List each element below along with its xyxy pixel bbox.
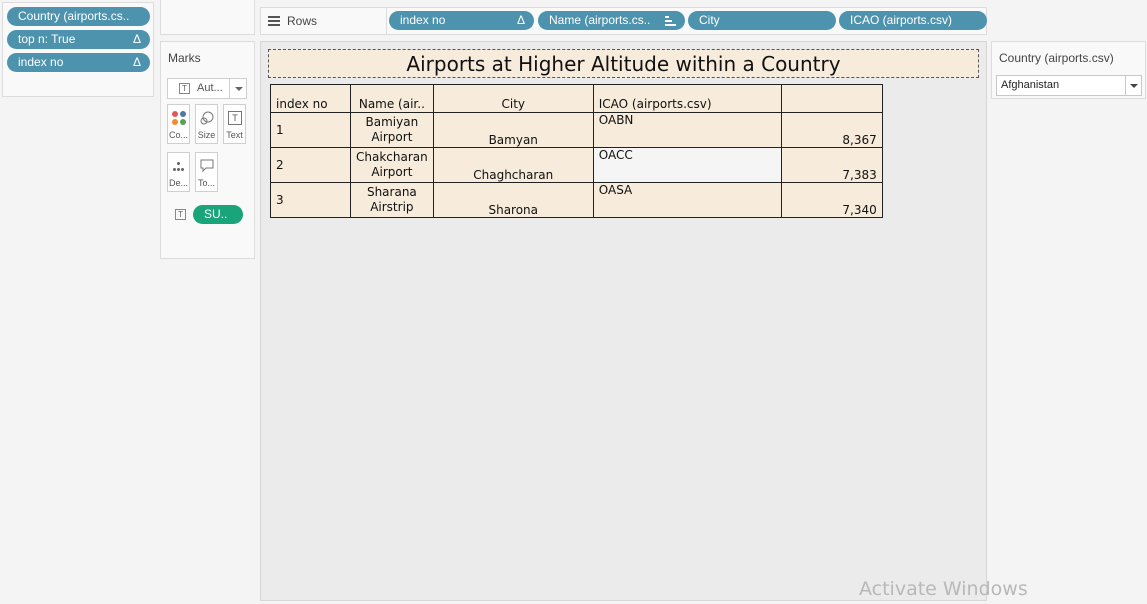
cell-city[interactable]: Chaghcharan [432, 147, 594, 183]
marks-title: Marks [168, 51, 201, 65]
country-filter-card: Country (airports.csv) Afghanistan [991, 41, 1146, 99]
detail-label: De... [168, 178, 188, 188]
pages-shelf[interactable] [160, 0, 255, 35]
chevron-down-icon[interactable] [229, 79, 246, 98]
cell-name-line2: Airstrip [370, 200, 414, 214]
column-header-icao[interactable]: ICAO (airports.csv) [592, 84, 782, 113]
data-table: index no Name (air.. City ICAO (airports… [270, 84, 883, 218]
rows-pill-name-label: Name (airports.cs.. [549, 13, 651, 27]
rows-shelf-label: Rows [287, 14, 318, 28]
cell-name[interactable]: Bamiyan Airport [350, 112, 434, 148]
table-header-row: index no Name (air.. City ICAO (airports… [270, 84, 883, 113]
cell-index[interactable]: 2 [270, 147, 351, 183]
marks-card: Marks T Aut... Co... Size T Text De... T… [160, 41, 255, 259]
cell-name-line2: Airport [371, 130, 413, 144]
filter-pill-index-no[interactable]: index no Δ [7, 53, 150, 72]
text-mark-icon: T [179, 83, 190, 94]
detail-button[interactable]: De... [167, 152, 190, 192]
rows-pill-icao[interactable]: ICAO (airports.csv) [839, 11, 987, 30]
filter-pill-country-label: Country (airports.cs.. [18, 9, 130, 23]
tooltip-icon [200, 159, 214, 173]
cell-name[interactable]: Chakcharan Airport [350, 147, 434, 183]
column-header-city[interactable]: City [432, 84, 594, 113]
country-filter-value: Afghanistan [1001, 79, 1060, 91]
cell-name-line2: Airport [371, 165, 413, 179]
column-header-index[interactable]: index no [270, 84, 351, 113]
rows-shelf-header: Rows [261, 8, 387, 34]
mark-type-value: Aut... [197, 82, 223, 94]
cell-altitude[interactable]: 7,340 [780, 182, 883, 218]
cell-icao[interactable]: OASA [592, 182, 782, 218]
country-filter-dropdown[interactable]: Afghanistan [996, 75, 1142, 96]
filter-pill-country[interactable]: Country (airports.cs.. [7, 7, 150, 26]
color-button[interactable]: Co... [167, 104, 190, 144]
worksheet-title-text: Airports at Higher Altitude within a Cou… [406, 52, 841, 76]
text-label: Text [226, 130, 243, 140]
cell-altitude[interactable]: 7,383 [780, 147, 883, 183]
color-icon [172, 111, 186, 125]
sum-measure-pill[interactable]: SU.. [193, 205, 243, 224]
delta-icon: Δ [516, 13, 525, 27]
filters-shelf: Country (airports.cs.. top n: True Δ ind… [2, 2, 154, 97]
rows-pill-index-no-label: index no [400, 13, 446, 27]
color-label: Co... [168, 130, 188, 140]
cell-index[interactable]: 3 [270, 182, 351, 218]
cell-icao[interactable]: OACC [592, 147, 782, 183]
cell-name-line1: Sharana [366, 185, 417, 199]
cell-city[interactable]: Bamyan [432, 112, 594, 148]
size-button[interactable]: Size [195, 104, 218, 144]
rows-pill-name[interactable]: Name (airports.cs.. [538, 11, 685, 30]
filter-pill-top-n-label: top n: True [18, 32, 76, 46]
size-label: Size [197, 130, 216, 140]
mark-type-dropdown[interactable]: T Aut... [167, 78, 247, 99]
delta-icon: Δ [132, 55, 141, 69]
cell-name[interactable]: Sharana Airstrip [350, 182, 434, 218]
cell-name-line1: Chakcharan [356, 150, 428, 164]
sum-measure-label: SU.. [204, 207, 228, 221]
table-row[interactable]: 3 Sharana Airstrip Sharona OASA 7,340 [270, 182, 883, 218]
worksheet-title[interactable]: Airports at Higher Altitude within a Cou… [268, 49, 979, 78]
text-button[interactable]: T Text [223, 104, 246, 144]
cell-index[interactable]: 1 [270, 112, 351, 148]
table-row[interactable]: 1 Bamiyan Airport Bamyan OABN 8,367 [270, 112, 883, 148]
chevron-down-icon[interactable] [1125, 76, 1141, 95]
cell-name-line1: Bamiyan [365, 115, 419, 129]
tooltip-label: To... [197, 178, 215, 188]
rows-icon [268, 16, 280, 26]
rows-pill-city-label: City [699, 13, 720, 27]
country-filter-title: Country (airports.csv) [999, 51, 1114, 65]
size-icon [200, 111, 214, 125]
cell-icao[interactable]: OABN [592, 112, 782, 148]
delta-icon: Δ [132, 32, 141, 46]
cell-altitude[interactable]: 8,367 [780, 112, 883, 148]
rows-pill-index-no[interactable]: index no Δ [389, 11, 534, 30]
viz-canvas: Airports at Higher Altitude within a Cou… [260, 41, 987, 601]
table-row[interactable]: 2 Chakcharan Airport Chaghcharan OACC 7,3… [270, 147, 883, 183]
rows-shelf[interactable]: Rows index no Δ Name (airports.cs.. City… [260, 7, 987, 35]
cell-city[interactable]: Sharona [432, 182, 594, 218]
detail-icon [172, 159, 186, 173]
sort-descending-icon [665, 16, 676, 26]
column-header-measure [780, 84, 883, 113]
rows-pill-city[interactable]: City [688, 11, 836, 30]
filter-pill-index-no-label: index no [18, 55, 64, 69]
filter-pill-top-n[interactable]: top n: True Δ [7, 30, 150, 49]
activate-windows-watermark: Activate Windows [859, 578, 1028, 600]
rows-pill-icao-label: ICAO (airports.csv) [850, 13, 953, 27]
text-icon: T [228, 111, 242, 125]
text-encoding-icon: T [175, 209, 186, 220]
column-header-name[interactable]: Name (air.. [350, 84, 434, 113]
tooltip-button[interactable]: To... [195, 152, 218, 192]
